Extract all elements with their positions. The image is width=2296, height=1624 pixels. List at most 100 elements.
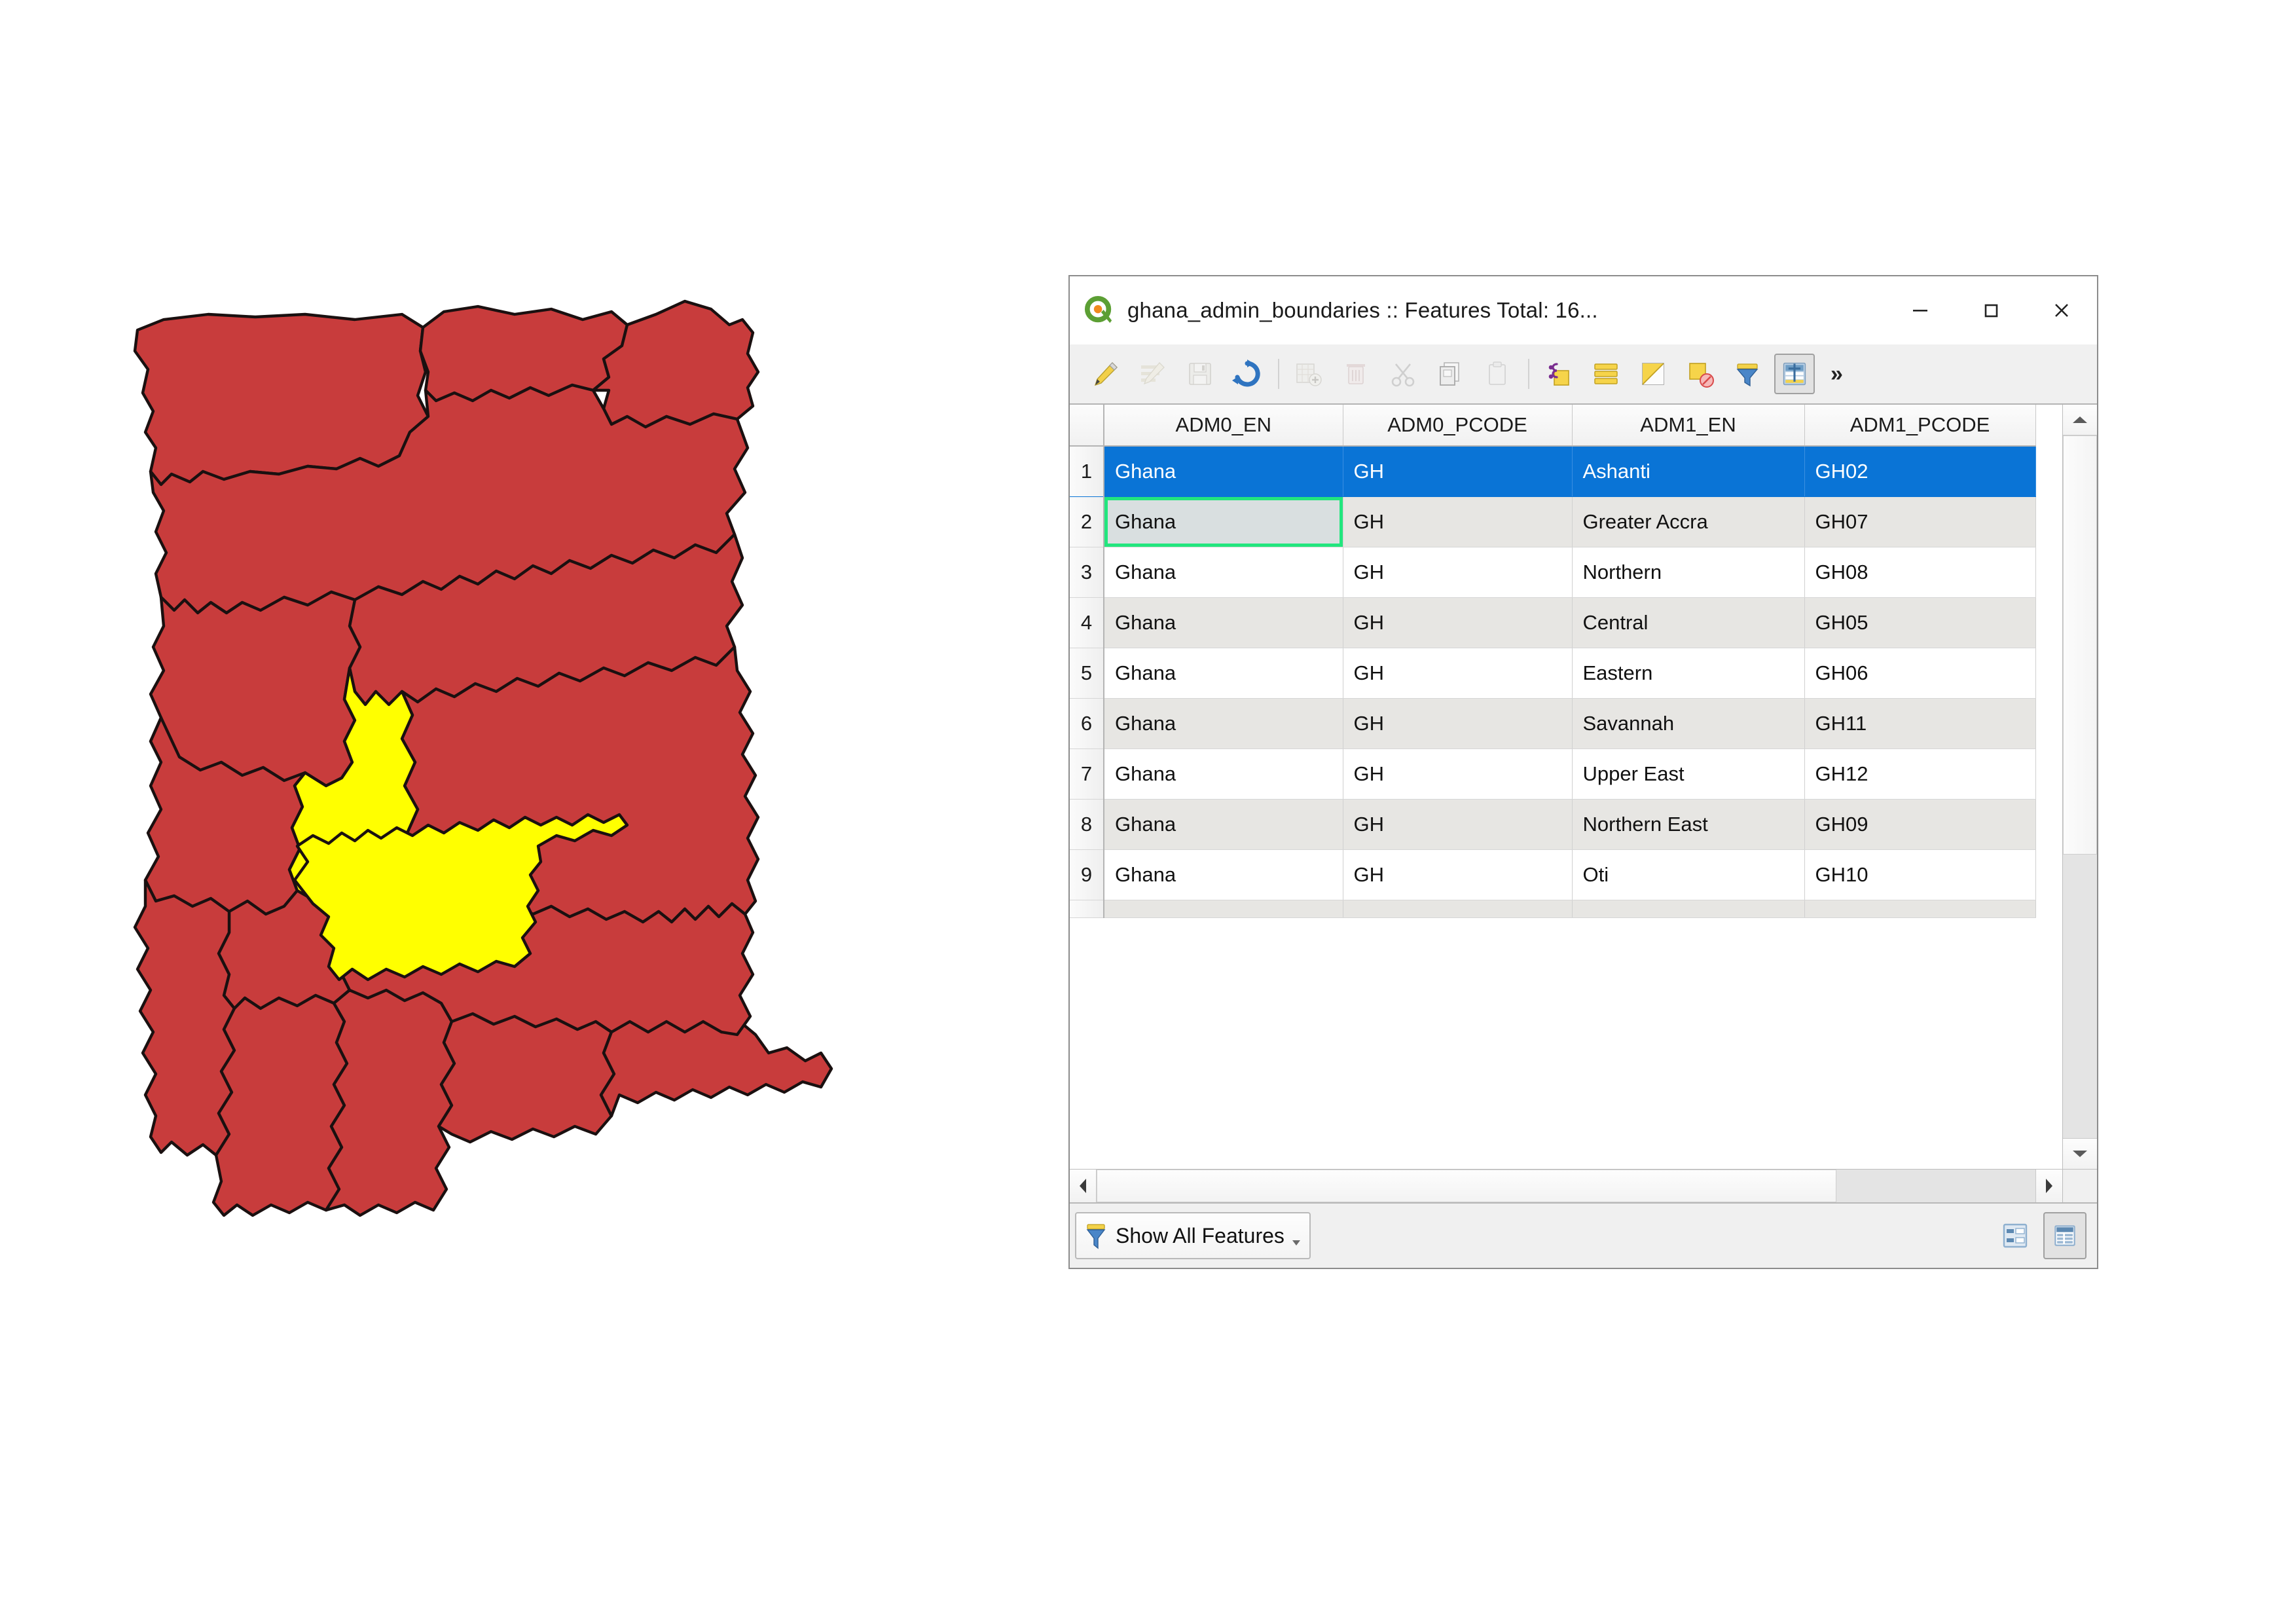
cell-adm1-en[interactable]: Oti [1572,849,1805,900]
table-row[interactable]: 8 Ghana GH Northern East GH09 [1070,799,2036,850]
cell-adm1-pcode[interactable]: GH08 [1804,547,2036,598]
column-header-adm0-en[interactable]: ADM0_EN [1104,405,1343,447]
row-number[interactable]: 1 [1070,446,1104,497]
cell-adm0-en[interactable] [1104,900,1343,918]
table-row[interactable]: 5 Ghana GH Eastern GH06 [1070,648,2036,699]
cell-adm1-pcode[interactable]: GH10 [1804,849,2036,900]
table-row[interactable]: 7 Ghana GH Upper East GH12 [1070,748,2036,800]
table-row[interactable]: 2 Ghana GH Greater Accra GH07 [1070,496,2036,547]
row-number[interactable] [1070,900,1104,918]
delete-selected-icon[interactable] [1336,354,1376,394]
scroll-up-arrow-icon[interactable] [2063,405,2097,435]
horizontal-scrollbar[interactable] [1070,1169,2097,1202]
vertical-scroll-track[interactable] [2063,855,2097,1138]
cell-adm1-en[interactable] [1572,900,1805,918]
invert-selection-icon[interactable] [1633,354,1673,394]
row-number[interactable]: 2 [1070,496,1104,547]
scroll-left-arrow-icon[interactable] [1070,1170,1097,1202]
column-header-adm0-pcode[interactable]: ADM0_PCODE [1343,405,1573,447]
table-row[interactable]: 6 Ghana GH Savannah GH11 [1070,698,2036,749]
cell-adm1-pcode[interactable]: GH06 [1804,648,2036,699]
cell-adm1-en[interactable]: Northern East [1572,799,1805,850]
row-number[interactable]: 6 [1070,698,1104,749]
row-number[interactable]: 9 [1070,849,1104,900]
select-all-icon[interactable] [1586,354,1626,394]
show-all-features-button[interactable]: Show All Features [1075,1212,1311,1259]
cell-adm0-en[interactable]: Ghana [1104,698,1343,749]
horizontal-scroll-track[interactable] [1836,1170,2035,1202]
region-greater-accra [437,1012,616,1144]
window-titlebar[interactable]: ghana_admin_boundaries :: Features Total… [1070,276,2097,344]
column-header-adm1-en[interactable]: ADM1_EN [1572,405,1805,447]
cell-adm0-en[interactable]: Ghana [1104,648,1343,699]
cell-adm1-pcode[interactable]: GH09 [1804,799,2036,850]
cell-adm0-en-focused[interactable]: Ghana [1104,496,1343,547]
toggle-editing-icon[interactable] [1085,354,1126,394]
cell-adm1-en[interactable]: Northern [1572,547,1805,598]
cell-adm1-en[interactable]: Eastern [1572,648,1805,699]
cell-adm1-pcode[interactable]: GH05 [1804,597,2036,648]
chevron-down-icon[interactable] [1290,1221,1303,1251]
paste-features-icon[interactable] [1477,354,1518,394]
cell-adm0-pcode[interactable]: GH [1343,799,1573,850]
cell-adm0-pcode[interactable]: GH [1343,597,1573,648]
save-edits-icon[interactable] [1180,354,1220,394]
scroll-down-arrow-icon[interactable] [2063,1138,2097,1169]
cell-adm0-pcode[interactable]: GH [1343,496,1573,547]
scroll-right-arrow-icon[interactable] [2035,1170,2062,1202]
cell-adm1-en[interactable]: Savannah [1572,698,1805,749]
table-row[interactable]: 4 Ghana GH Central GH05 [1070,597,2036,648]
copy-features-icon[interactable] [1430,354,1470,394]
cell-adm0-en[interactable]: Ghana [1104,799,1343,850]
horizontal-scroll-thumb[interactable] [1097,1170,1836,1202]
cell-adm0-en[interactable]: Ghana [1104,547,1343,598]
cell-adm1-en[interactable]: Greater Accra [1572,496,1805,547]
form-view-button[interactable] [1994,1212,2037,1259]
cell-adm1-pcode[interactable]: GH07 [1804,496,2036,547]
cell-adm0-pcode[interactable]: GH [1343,748,1573,800]
filter-expression-icon[interactable] [1727,354,1768,394]
cell-adm1-en[interactable]: Upper East [1572,748,1805,800]
minimize-button[interactable] [1885,276,1956,344]
cell-adm0-en[interactable]: Ghana [1104,849,1343,900]
zoom-to-selection-icon[interactable] [1774,353,1815,394]
close-button[interactable] [2026,276,2097,344]
table-row[interactable]: 9 Ghana GH Oti GH10 [1070,849,2036,900]
cell-adm1-pcode[interactable]: GH11 [1804,698,2036,749]
cut-features-icon[interactable] [1383,354,1423,394]
deselect-all-icon[interactable] [1680,354,1721,394]
column-header-adm1-pcode[interactable]: ADM1_PCODE [1804,405,2036,447]
cell-adm0-en[interactable]: Ghana [1104,446,1343,497]
table-row[interactable]: 3 Ghana GH Northern GH08 [1070,547,2036,598]
toolbar-overflow-button[interactable]: » [1831,363,1843,385]
reload-table-icon[interactable] [1227,354,1267,394]
cell-adm0-pcode[interactable]: GH [1343,547,1573,598]
maximize-button[interactable] [1956,276,2026,344]
row-number[interactable]: 7 [1070,748,1104,800]
cell-adm0-pcode[interactable] [1343,900,1573,918]
cell-adm0-en[interactable]: Ghana [1104,748,1343,800]
multi-edit-icon[interactable] [1133,354,1173,394]
cell-adm1-pcode[interactable]: GH02 [1804,446,2036,497]
cell-adm1-pcode[interactable]: GH12 [1804,748,2036,800]
cell-adm1-en[interactable]: Ashanti [1572,446,1805,497]
cell-adm1-pcode[interactable] [1804,900,2036,918]
row-number[interactable]: 5 [1070,648,1104,699]
vertical-scrollbar[interactable] [2062,405,2097,1169]
add-feature-icon[interactable] [1288,354,1329,394]
cell-adm0-pcode[interactable]: GH [1343,698,1573,749]
cell-adm0-pcode[interactable]: GH [1343,648,1573,699]
cell-adm0-pcode[interactable]: GH [1343,446,1573,497]
cell-adm0-en[interactable]: Ghana [1104,597,1343,648]
cell-adm1-en[interactable]: Central [1572,597,1805,648]
row-number[interactable]: 4 [1070,597,1104,648]
select-by-expression-icon[interactable] [1539,354,1579,394]
row-number[interactable]: 3 [1070,547,1104,598]
table-row-partial[interactable] [1070,900,2036,918]
cell-adm0-pcode[interactable]: GH [1343,849,1573,900]
window-title: ghana_admin_boundaries :: Features Total… [1127,298,1598,322]
table-view-button[interactable] [2043,1212,2086,1259]
vertical-scroll-thumb[interactable] [2063,435,2097,855]
table-row[interactable]: 1 Ghana GH Ashanti GH02 [1070,446,2036,497]
row-number[interactable]: 8 [1070,799,1104,850]
